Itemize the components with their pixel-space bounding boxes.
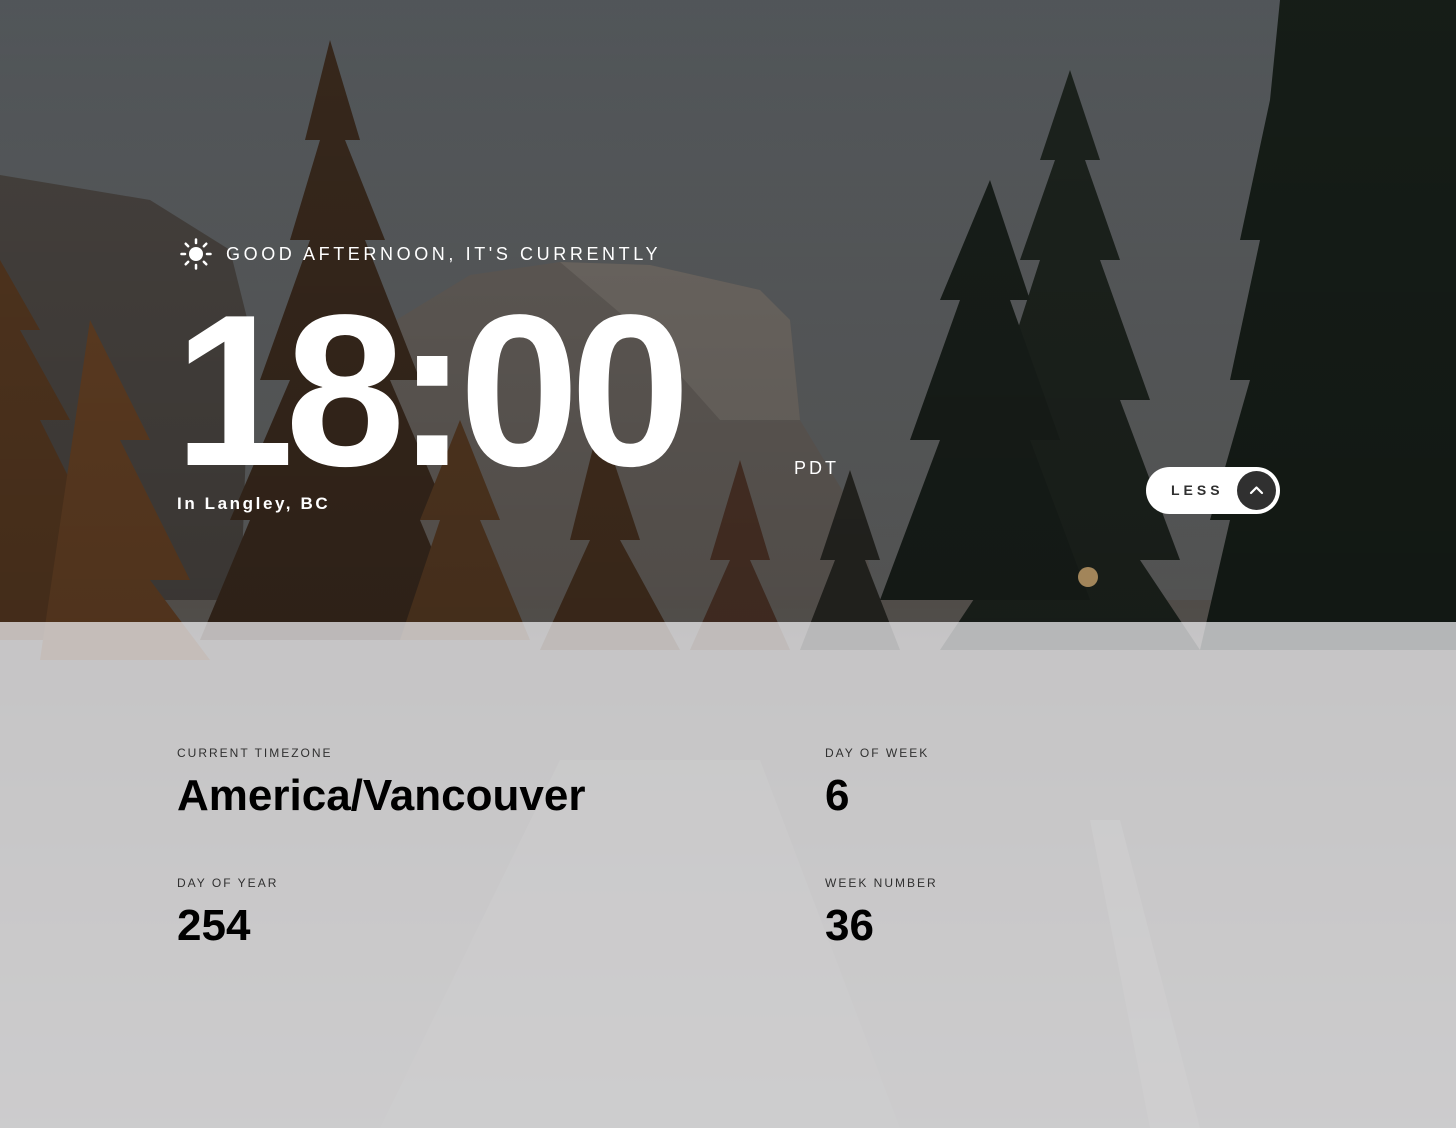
less-button-label: LESS [1171,482,1224,498]
clock-app: GOOD AFTERNOON, IT'S CURRENTLY 18:00 PDT… [0,0,1456,1128]
day-of-week-value: 6 [825,771,850,820]
timezone-label: CURRENT TIMEZONE [177,746,333,760]
greeting-text: GOOD AFTERNOON, IT'S CURRENTLY [226,243,662,264]
greeting: GOOD AFTERNOON, IT'S CURRENTLY [180,238,661,270]
timezone-value: America/Vancouver [177,771,586,820]
less-button[interactable]: LESS [1146,467,1280,514]
day-of-week-label: DAY OF WEEK [825,746,930,760]
week-number-label: WEEK NUMBER [825,876,938,890]
day-of-year-label: DAY OF YEAR [177,876,279,890]
timezone-abbreviation: PDT [794,458,839,478]
sun-icon [180,238,212,270]
details-panel [0,622,1456,1128]
current-time: 18:00 [174,269,690,511]
day-of-year-value: 254 [177,901,251,950]
week-number-value: 36 [825,901,874,950]
location-text: In Langley, BC [177,494,331,513]
chevron-up-icon [1237,471,1276,510]
